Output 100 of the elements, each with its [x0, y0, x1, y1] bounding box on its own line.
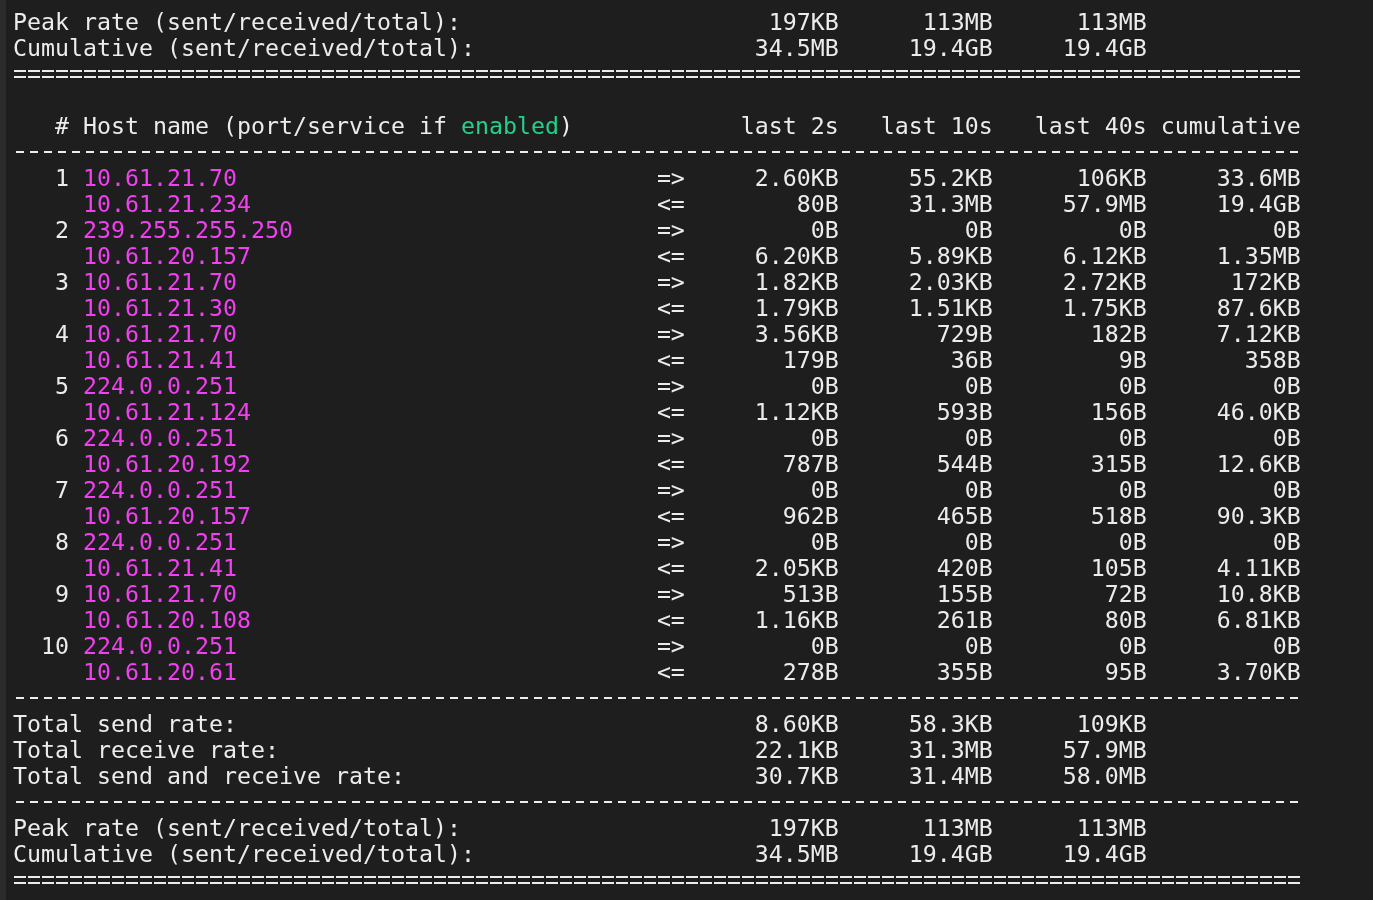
direction-arrow: <= — [656, 451, 685, 477]
rate-value: 358B — [1243, 347, 1301, 373]
rate-value: 106KB — [1075, 165, 1147, 191]
rate-value: 156B — [1089, 399, 1147, 425]
summary-label: Peak rate (sent/received/total): — [13, 815, 462, 841]
host-address: 224.0.0.251 — [82, 476, 237, 503]
total-value: 57.9MB — [1061, 737, 1147, 763]
rate-value: 19.4GB — [1215, 191, 1301, 217]
rate-value: 6.81KB — [1215, 607, 1301, 633]
summary-value: 113MB — [921, 9, 993, 35]
host-address: 224.0.0.251 — [82, 372, 237, 399]
rate-value: 0B — [1117, 373, 1147, 399]
rate-value: 3.70KB — [1215, 659, 1301, 685]
total-value: 8.60KB — [753, 711, 839, 737]
summary-value: 113MB — [921, 815, 993, 841]
rate-value: 518B — [1089, 503, 1147, 529]
rate-value: 155B — [935, 581, 993, 607]
total-value: 31.3MB — [907, 737, 993, 763]
rate-value: 7.12KB — [1215, 321, 1301, 347]
summary-value: 34.5MB — [753, 841, 839, 867]
rate-value: 0B — [963, 529, 993, 555]
rate-value: 0B — [1271, 217, 1301, 243]
direction-arrow: <= — [656, 659, 685, 685]
host-address: 10.61.21.41 — [82, 554, 237, 581]
rate-value: 12.6KB — [1215, 451, 1301, 477]
rank-number: 6 — [55, 424, 69, 451]
total-value: 30.7KB — [753, 763, 839, 789]
rate-value: 0B — [963, 633, 993, 659]
direction-arrow: <= — [656, 295, 685, 321]
rate-value: 105B — [1089, 555, 1147, 581]
host-address: 10.61.21.124 — [82, 398, 251, 425]
rate-value: 729B — [935, 321, 993, 347]
summary-value: 19.4GB — [1061, 35, 1147, 61]
rate-value: 80B — [1103, 607, 1147, 633]
direction-arrow: => — [656, 269, 685, 295]
rate-value: 465B — [935, 503, 993, 529]
summary-label: Cumulative (sent/received/total): — [13, 35, 476, 61]
rate-value: 0B — [809, 633, 839, 659]
host-address: 10.61.21.234 — [82, 190, 251, 217]
rate-value: 1.12KB — [753, 399, 839, 425]
rate-value: 0B — [963, 217, 993, 243]
summary-label: Cumulative (sent/received/total): — [13, 841, 476, 867]
total-value: 31.4MB — [907, 763, 993, 789]
rate-value: 0B — [1117, 529, 1147, 555]
summary-value: 19.4GB — [907, 35, 993, 61]
host-address: 10.61.20.61 — [82, 658, 237, 685]
rate-value: 1.35MB — [1215, 243, 1301, 269]
rank-number: 1 — [55, 164, 69, 191]
rate-value: 513B — [781, 581, 839, 607]
summary-value: 113MB — [1075, 9, 1147, 35]
rate-value: 4.11KB — [1215, 555, 1301, 581]
rate-value: 0B — [1271, 633, 1301, 659]
rate-value: 182B — [1089, 321, 1147, 347]
rate-value: 72B — [1103, 581, 1147, 607]
rank-number: 8 — [55, 528, 69, 555]
rate-value: 1.82KB — [753, 269, 839, 295]
total-value: 58.3KB — [907, 711, 993, 737]
host-address: 10.61.21.70 — [82, 580, 237, 607]
host-address: 10.61.20.157 — [82, 502, 251, 529]
rate-value: 0B — [809, 529, 839, 555]
direction-arrow: => — [656, 373, 685, 399]
rate-value: 2.03KB — [907, 269, 993, 295]
column-header: cumulative — [1159, 113, 1301, 139]
rate-value: 0B — [1271, 373, 1301, 399]
summary-value: 113MB — [1075, 815, 1147, 841]
rate-value: 5.89KB — [907, 243, 993, 269]
summary-value: 19.4GB — [907, 841, 993, 867]
total-label: Total send and receive rate: — [13, 763, 406, 789]
direction-arrow: <= — [656, 347, 685, 373]
rank-number: 5 — [55, 372, 69, 399]
direction-arrow: => — [656, 321, 685, 347]
direction-arrow: <= — [656, 243, 685, 269]
host-address: 10.61.21.70 — [82, 268, 237, 295]
total-label: Total receive rate: — [13, 737, 280, 763]
total-value: 22.1KB — [753, 737, 839, 763]
rate-value: 87.6KB — [1215, 295, 1301, 321]
summary-value: 34.5MB — [753, 35, 839, 61]
summary-value: 19.4GB — [1061, 841, 1147, 867]
rate-value: 10.8KB — [1215, 581, 1301, 607]
rate-value: 278B — [781, 659, 839, 685]
rate-value: 0B — [809, 477, 839, 503]
direction-arrow: <= — [656, 555, 685, 581]
rate-value: 962B — [781, 503, 839, 529]
direction-arrow: => — [656, 477, 685, 503]
direction-arrow: <= — [656, 191, 685, 217]
direction-arrow: <= — [656, 503, 685, 529]
rate-value: 55.2KB — [907, 165, 993, 191]
host-address: 239.255.255.250 — [82, 216, 293, 243]
rank-number: 7 — [55, 476, 69, 503]
rate-value: 1.79KB — [753, 295, 839, 321]
rate-value: 0B — [809, 373, 839, 399]
summary-value: 197KB — [767, 815, 839, 841]
host-address: 224.0.0.251 — [82, 528, 237, 555]
rate-value: 544B — [935, 451, 993, 477]
rate-value: 33.6MB — [1215, 165, 1301, 191]
rate-value: 0B — [1117, 217, 1147, 243]
total-value: 58.0MB — [1061, 763, 1147, 789]
host-address: 10.61.21.70 — [82, 164, 237, 191]
direction-arrow: => — [656, 217, 685, 243]
direction-arrow: => — [656, 165, 685, 191]
